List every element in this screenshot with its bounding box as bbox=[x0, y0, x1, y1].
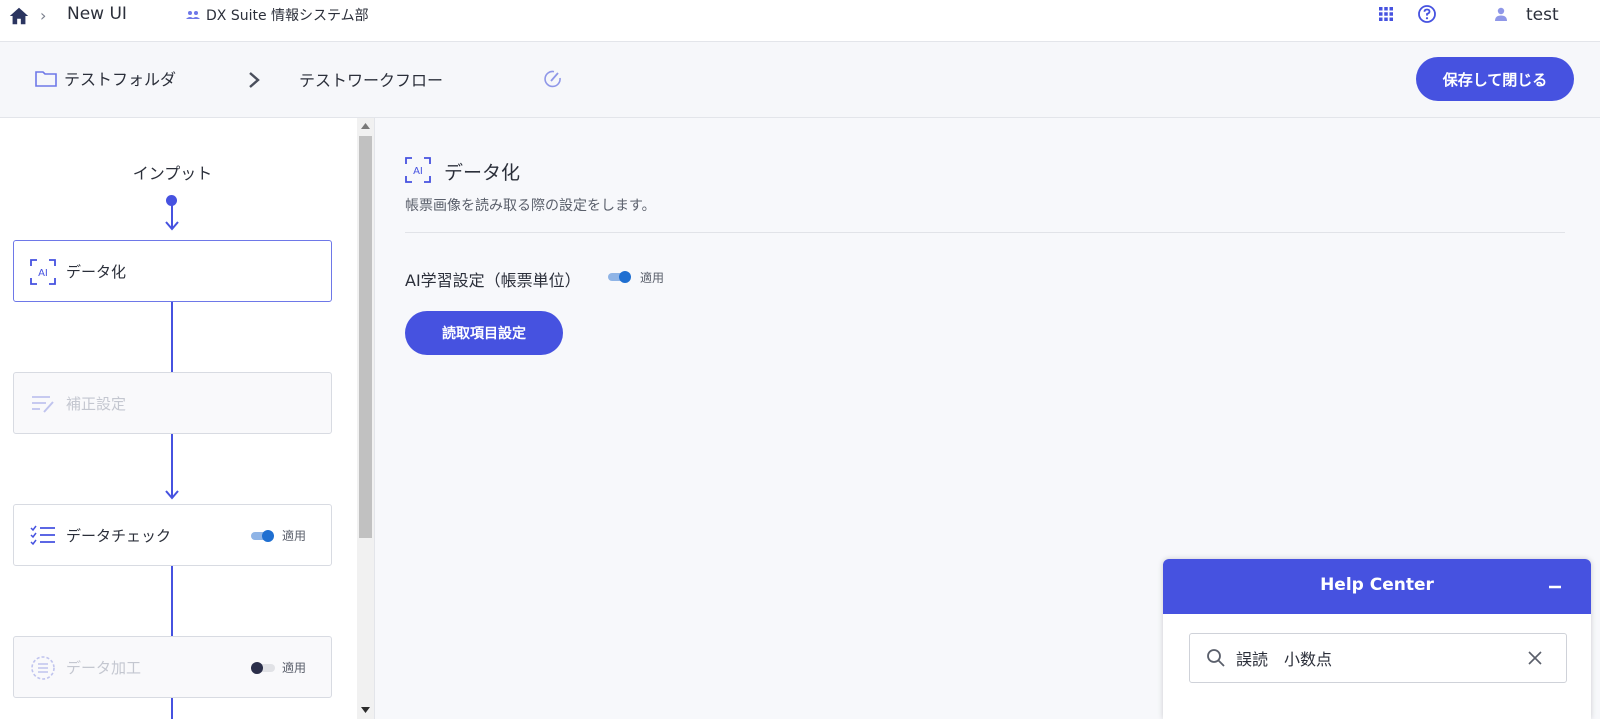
flow-input-label: インプット bbox=[132, 164, 213, 183]
home-icon[interactable] bbox=[8, 5, 30, 27]
toggle-label: 適用 bbox=[640, 271, 665, 285]
settings-title: データ化 bbox=[444, 162, 521, 184]
breadcrumb: テストフォルダ テストワークフロー 保存して閉じる bbox=[0, 42, 1600, 118]
flow-node-label: 補正設定 bbox=[66, 395, 127, 413]
minimize-icon[interactable] bbox=[1546, 578, 1564, 596]
apply-toggle[interactable] bbox=[251, 661, 275, 675]
flow-node-label: データ化 bbox=[66, 263, 127, 281]
breadcrumb-workflow: テストワークフロー bbox=[299, 71, 444, 90]
ai-scan-icon: AI bbox=[30, 259, 56, 285]
user-icon[interactable] bbox=[1493, 6, 1509, 22]
toggle-label: 適用 bbox=[282, 661, 307, 675]
apply-toggle[interactable] bbox=[251, 529, 275, 543]
help-center-widget: Help Center bbox=[1163, 559, 1591, 719]
edit-icon[interactable] bbox=[543, 69, 563, 89]
ai-learning-toggle[interactable] bbox=[608, 270, 632, 284]
save-and-close-button[interactable]: 保存して閉じる bbox=[1416, 57, 1574, 101]
flow-node-data-check[interactable]: データチェック 適用 bbox=[13, 504, 332, 566]
checklist-icon bbox=[30, 525, 55, 546]
flow-node-label: データチェック bbox=[66, 527, 172, 545]
scroll-up-icon[interactable] bbox=[361, 123, 370, 129]
top-bar: › New UI DX Suite 情報システム部 test bbox=[0, 0, 1600, 42]
chevron-right-icon: › bbox=[40, 6, 47, 25]
flow-node-datafication[interactable]: AI データ化 bbox=[13, 240, 332, 302]
toggle-label: 適用 bbox=[282, 529, 307, 543]
arrow-down-icon bbox=[165, 221, 179, 231]
flow-node-data-processing[interactable]: データ加工 適用 bbox=[13, 636, 332, 698]
flow-node-correction[interactable]: 補正設定 bbox=[13, 372, 332, 434]
flow-scrollbar[interactable] bbox=[357, 118, 374, 719]
ai-learning-label: AI学習設定（帳票単位） bbox=[405, 271, 581, 290]
help-search-box bbox=[1189, 633, 1567, 683]
chevron-right-icon bbox=[249, 72, 260, 88]
arrow-down-icon bbox=[165, 490, 179, 500]
apps-grid-icon[interactable] bbox=[1378, 6, 1394, 22]
flow-node-label: データ加工 bbox=[66, 659, 142, 677]
help-icon[interactable] bbox=[1417, 4, 1437, 24]
folder-icon bbox=[35, 71, 57, 87]
app-name[interactable]: New UI bbox=[67, 4, 127, 24]
org-name: DX Suite 情報システム部 bbox=[206, 8, 369, 24]
scroll-down-icon[interactable] bbox=[361, 707, 370, 713]
divider bbox=[405, 232, 1565, 233]
svg-text:AI: AI bbox=[38, 268, 48, 279]
search-icon bbox=[1207, 649, 1225, 667]
user-name[interactable]: test bbox=[1526, 5, 1559, 25]
close-icon[interactable] bbox=[1526, 649, 1544, 667]
breadcrumb-folder[interactable]: テストフォルダ bbox=[64, 66, 176, 90]
settings-description: 帳票画像を読み取る際の設定をします。 bbox=[405, 198, 656, 214]
workflow-flow-panel: インプット AI データ化 補正設定 データチェック 適用 データ加工 適用 bbox=[0, 118, 357, 719]
group-icon bbox=[186, 11, 200, 19]
scrollbar-thumb[interactable] bbox=[359, 136, 372, 538]
read-items-settings-button[interactable]: 読取項目設定 bbox=[405, 311, 563, 355]
org-selector[interactable]: DX Suite 情報システム部 bbox=[186, 5, 369, 25]
svg-text:AI: AI bbox=[413, 166, 423, 177]
help-search-input[interactable] bbox=[1236, 644, 1516, 672]
list-process-icon bbox=[31, 656, 55, 680]
help-center-title: Help Center bbox=[1320, 575, 1434, 595]
ai-scan-icon: AI bbox=[405, 157, 431, 183]
list-edit-icon bbox=[32, 396, 54, 413]
